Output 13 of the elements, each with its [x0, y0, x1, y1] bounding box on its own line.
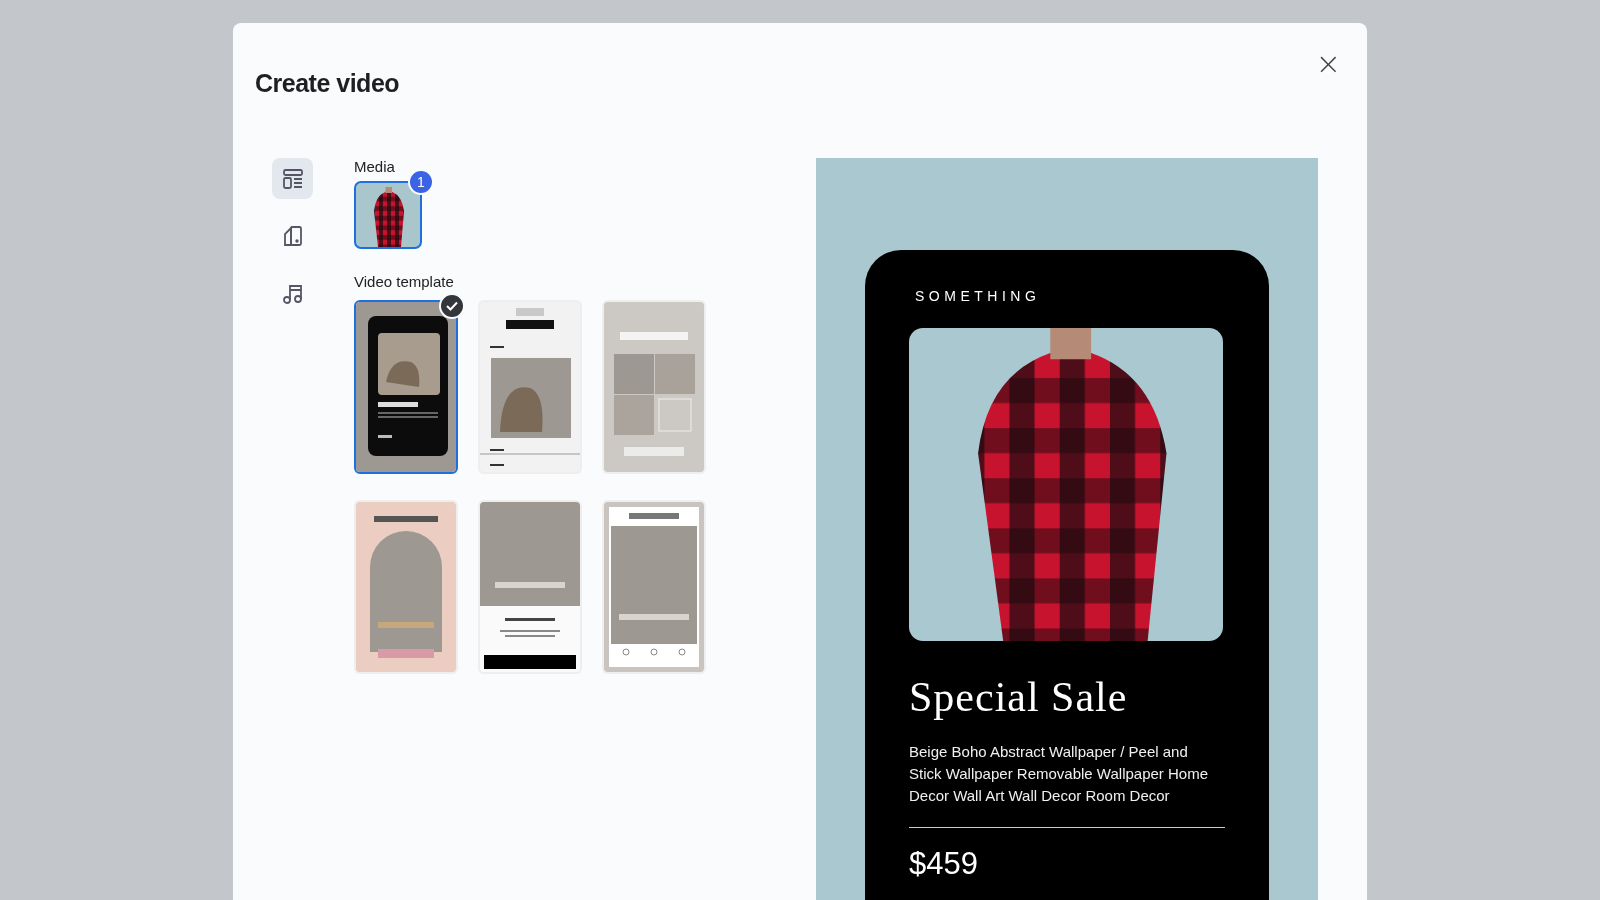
- section-label: Video template: [354, 273, 454, 290]
- sale-title: Special Sale: [909, 673, 1129, 721]
- check-icon: [446, 301, 458, 311]
- price: $459: [909, 846, 979, 882]
- product-description: Beige Boho Abstract Wallpaper / Peel and Stick Wallpaper Removable Wallpaper Home Decor Wall Art Wall Decor Room Decor: [909, 742, 1209, 806]
- close-button[interactable]: ×: [1311, 49, 1345, 79]
- dialog-title: Create video: [255, 69, 400, 98]
- section-label: Media: [354, 158, 395, 175]
- count-badge: 1: [408, 169, 434, 195]
- brand-name: SOMETHING: [915, 288, 1042, 304]
- layout-icon: [281, 167, 304, 190]
- sidebar-tab[interactable]: [272, 158, 313, 199]
- shapes-icon: [281, 224, 304, 247]
